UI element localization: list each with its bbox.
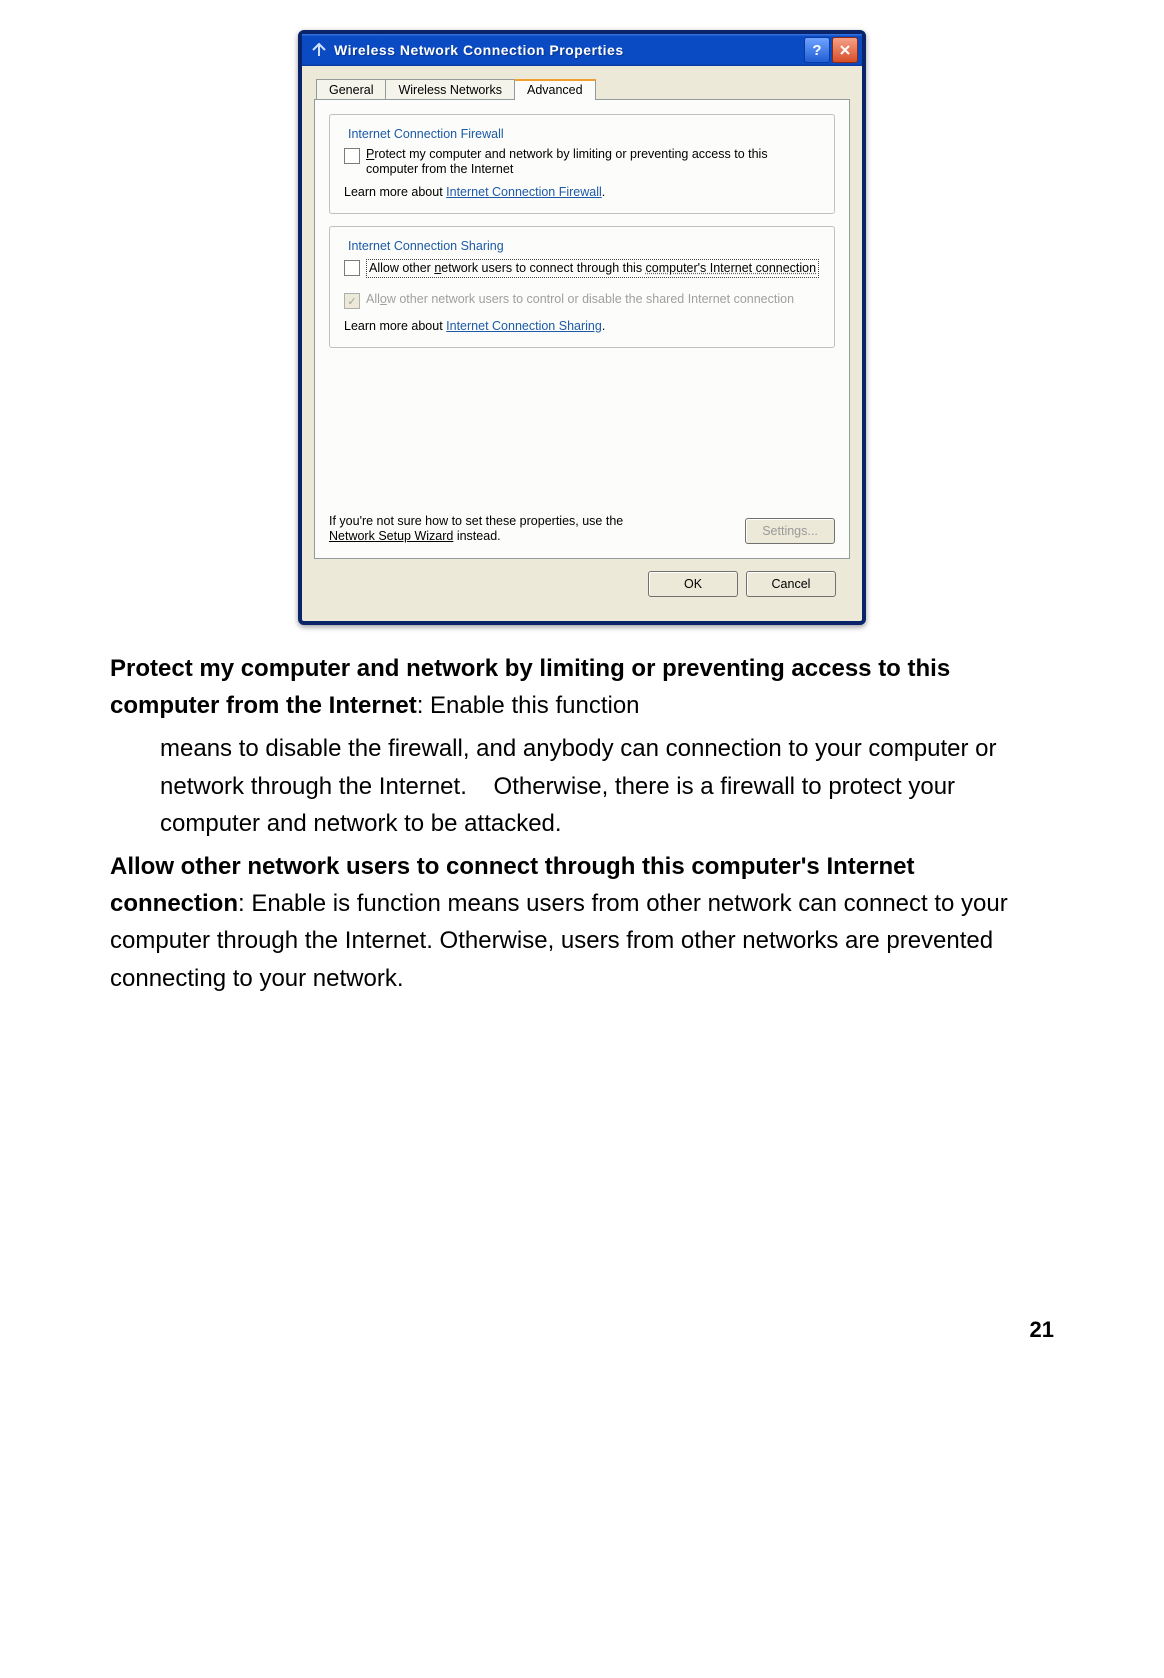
firewall-learn-link[interactable]: Internet Connection Firewall	[446, 185, 602, 199]
sharing-learn-link[interactable]: Internet Connection Sharing	[446, 319, 602, 333]
close-button[interactable]	[832, 37, 858, 63]
ok-button[interactable]: OK	[648, 571, 738, 597]
help-button[interactable]: ?	[804, 37, 830, 63]
paragraph2-body: : Enable is function means users from ot…	[110, 890, 1008, 991]
allow-connect-checkbox[interactable]	[344, 260, 360, 276]
sharing-learn-more: Learn more about Internet Connection Sha…	[344, 319, 820, 333]
properties-dialog: Wireless Network Connection Properties ?…	[298, 30, 866, 625]
settings-button: Settings...	[745, 518, 835, 544]
paragraph1-lead: : Enable this function	[417, 692, 640, 719]
allow-control-label: Allow other network users to control or …	[366, 292, 794, 307]
paragraph1-body: means to disable the firewall, and anybo…	[110, 730, 1054, 842]
protect-label: Protect my computer and network by limit…	[366, 147, 820, 177]
tabstrip: General Wireless Networks Advanced	[314, 78, 850, 99]
firewall-learn-more: Learn more about Internet Connection Fir…	[344, 185, 820, 199]
document-body: Protect my computer and network by limit…	[110, 650, 1054, 997]
app-icon	[310, 41, 328, 59]
tab-panel-advanced: Internet Connection Firewall Protect my …	[314, 99, 850, 559]
sharing-group: Internet Connection Sharing Allow other …	[329, 226, 835, 348]
sharing-legend: Internet Connection Sharing	[344, 239, 508, 253]
firewall-legend: Internet Connection Firewall	[344, 127, 508, 141]
window-title: Wireless Network Connection Properties	[334, 42, 802, 58]
allow-connect-label: Allow other network users to connect thr…	[366, 259, 819, 278]
hint-text: If you're not sure how to set these prop…	[329, 514, 659, 544]
allow-control-checkbox: ✓	[344, 293, 360, 309]
page-number: 21	[110, 1317, 1054, 1343]
tab-wireless-networks[interactable]: Wireless Networks	[385, 79, 515, 100]
firewall-group: Internet Connection Firewall Protect my …	[329, 114, 835, 214]
tab-general[interactable]: General	[316, 79, 386, 100]
tab-advanced[interactable]: Advanced	[514, 79, 596, 100]
protect-checkbox[interactable]	[344, 148, 360, 164]
network-setup-wizard-link[interactable]: Network Setup Wizard	[329, 529, 453, 543]
cancel-button[interactable]: Cancel	[746, 571, 836, 597]
titlebar: Wireless Network Connection Properties ?	[302, 34, 862, 66]
